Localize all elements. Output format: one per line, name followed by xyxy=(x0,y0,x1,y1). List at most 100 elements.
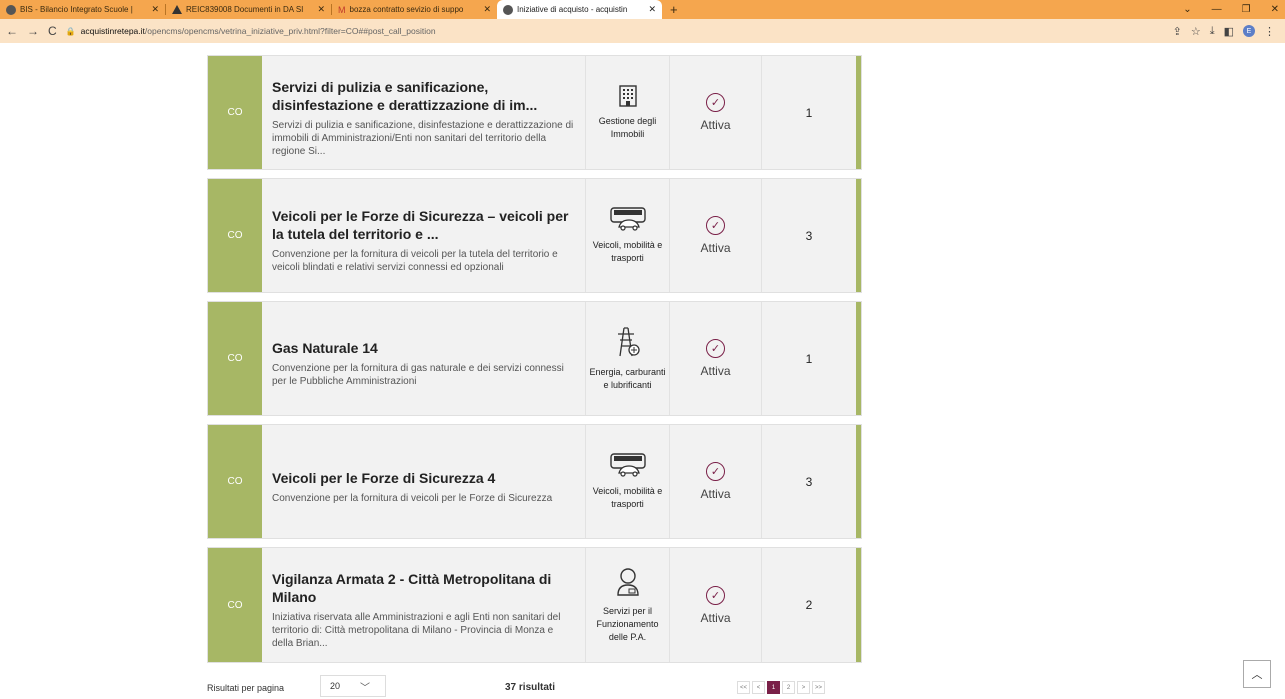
initiative-card[interactable]: CO Servizi di pulizia e sanificazione, d… xyxy=(207,55,862,170)
card-main: Servizi di pulizia e sanificazione, disi… xyxy=(262,56,586,169)
card-title[interactable]: Veicoli per le Forze di Sicurezza – veic… xyxy=(272,207,575,243)
check-circle-icon: ✓ xyxy=(706,462,725,481)
per-page-select[interactable]: 20 ﹀ xyxy=(320,675,386,697)
card-category: Veicoli, mobilità e trasporti xyxy=(586,425,670,538)
page-2-button[interactable]: 2 xyxy=(782,681,795,694)
card-edge xyxy=(856,425,861,538)
status-label: Attiva xyxy=(700,241,731,255)
toolbar-right: ⇪ ☆ ⤓ ◧ E ⋮ xyxy=(1173,25,1279,38)
close-icon[interactable]: ✕ xyxy=(151,4,159,15)
card-edge xyxy=(856,302,861,415)
card-category: Energia, carburanti e lubrificanti xyxy=(586,302,670,415)
share-icon[interactable]: ⇪ xyxy=(1173,25,1182,38)
status-label: Attiva xyxy=(700,487,731,501)
chevron-down-icon[interactable]: ⌄ xyxy=(1183,4,1191,15)
lots-count: 1 xyxy=(805,105,813,120)
chevron-down-icon: ﹀ xyxy=(360,682,371,694)
category-label: Energia, carburanti e lubrificanti xyxy=(589,366,666,390)
url-input[interactable]: 🔒 acquistinretepa.it/opencms/opencms/vet… xyxy=(66,22,1164,40)
page-content: CO Servizi di pulizia e sanificazione, d… xyxy=(0,43,1285,699)
card-edge xyxy=(856,179,861,292)
globe-icon xyxy=(503,4,513,15)
new-tab-button[interactable]: + xyxy=(662,2,686,17)
sidebar-icon[interactable]: ◧ xyxy=(1224,25,1234,38)
browser-tab-1[interactable]: BIS - Bilancio Integrato Scuole | ✕ xyxy=(0,0,165,19)
page-1-button[interactable]: 1 xyxy=(767,681,780,694)
browser-tab-3[interactable]: M bozza contratto sevizio di suppo ✕ xyxy=(332,0,497,19)
browser-tab-4[interactable]: Iniziative di acquisto - acquistin ✕ xyxy=(497,0,662,19)
close-icon[interactable]: ✕ xyxy=(317,4,325,15)
person-service-icon xyxy=(615,567,641,597)
card-edge xyxy=(856,56,861,169)
card-main: Vigilanza Armata 2 - Città Metropolitana… xyxy=(262,548,586,662)
forward-icon[interactable]: → xyxy=(27,24,39,38)
menu-icon[interactable]: ⋮ xyxy=(1264,25,1275,38)
card-title[interactable]: Veicoli per le Forze di Sicurezza 4 xyxy=(272,469,575,487)
close-window-icon[interactable]: ✕ xyxy=(1271,4,1279,15)
restore-icon[interactable]: ❐ xyxy=(1242,4,1251,15)
card-status: ✓ Attiva xyxy=(670,548,762,662)
reload-icon[interactable]: C xyxy=(48,24,57,38)
card-status: ✓ Attiva xyxy=(670,56,762,169)
back-icon[interactable]: ← xyxy=(6,24,18,38)
close-icon[interactable]: ✕ xyxy=(483,4,491,15)
card-status: ✓ Attiva xyxy=(670,425,762,538)
per-page-value: 20 xyxy=(330,681,341,691)
window-controls: ⌄ — ❐ ✕ xyxy=(1183,0,1279,19)
card-title[interactable]: Servizi di pulizia e sanificazione, disi… xyxy=(272,78,575,114)
first-page-button[interactable]: << xyxy=(737,681,750,694)
card-description: Convenzione per la fornitura di veicoli … xyxy=(272,492,553,504)
card-category: Veicoli, mobilità e trasporti xyxy=(586,179,670,292)
category-label: Gestione degli Immobili xyxy=(598,115,657,139)
minimize-icon[interactable]: — xyxy=(1212,4,1222,15)
card-main: Gas Naturale 14 Convenzione per la forni… xyxy=(262,302,586,415)
initiative-card[interactable]: CO Veicoli per le Forze di Sicurezza – v… xyxy=(207,178,862,293)
results-footer: Risultati per pagina 20 ﹀ 37 risultati <… xyxy=(207,653,862,697)
browser-tab-bar: BIS - Bilancio Integrato Scuole | ✕ REIC… xyxy=(0,0,1285,19)
card-title[interactable]: Gas Naturale 14 xyxy=(272,339,575,357)
tab-label: REIC839008 Documenti in DA SI xyxy=(186,5,304,14)
card-category: Servizi per il Funzionamento delle P.A. xyxy=(586,548,670,662)
close-icon[interactable]: ✕ xyxy=(648,4,656,15)
check-circle-icon: ✓ xyxy=(706,93,725,112)
star-icon[interactable]: ☆ xyxy=(1191,25,1201,38)
vehicles-icon xyxy=(609,452,647,477)
card-edge xyxy=(856,548,861,662)
card-description: Servizi di pulizia e sanificazione, disi… xyxy=(272,119,574,157)
status-label: Attiva xyxy=(700,610,731,625)
tab-label: Iniziative di acquisto - acquistin xyxy=(517,5,628,14)
drive-icon xyxy=(172,5,182,14)
lots-count: 3 xyxy=(805,474,813,489)
type-badge: CO xyxy=(208,179,262,292)
lots-count: 2 xyxy=(805,598,813,612)
category-label: Veicoli, mobilità e trasporti xyxy=(592,239,663,263)
initiative-card[interactable]: CO Vigilanza Armata 2 - Città Metropolit… xyxy=(207,547,862,663)
category-label: Servizi per il Funzionamento delle P.A. xyxy=(596,605,659,642)
type-badge: CO xyxy=(208,548,262,662)
download-icon[interactable]: ⤓ xyxy=(1210,25,1215,38)
prev-page-button[interactable]: < xyxy=(752,681,765,694)
url-host: acquistinretepa.it xyxy=(80,26,145,36)
next-page-button[interactable]: > xyxy=(797,681,810,694)
check-circle-icon: ✓ xyxy=(706,339,725,358)
type-badge: CO xyxy=(208,425,262,538)
card-category: Gestione degli Immobili xyxy=(586,56,670,169)
browser-tab-2[interactable]: REIC839008 Documenti in DA SI ✕ xyxy=(166,0,331,19)
profile-avatar[interactable]: E xyxy=(1243,25,1255,37)
mail-icon: M xyxy=(338,4,346,15)
initiative-card[interactable]: CO Gas Naturale 14 Convenzione per la fo… xyxy=(207,301,862,416)
category-label: Veicoli, mobilità e trasporti xyxy=(592,485,663,509)
card-description: Iniziativa riservata alle Amministrazion… xyxy=(272,612,561,649)
scroll-to-top-button[interactable]: ︿ xyxy=(1243,660,1271,688)
status-label: Attiva xyxy=(700,364,731,378)
url-path: /opencms/opencms/vetrina_iniziative_priv… xyxy=(144,26,436,36)
tab-label: bozza contratto sevizio di suppo xyxy=(349,5,464,14)
per-page-label: Risultati per pagina xyxy=(207,683,285,693)
check-circle-icon: ✓ xyxy=(706,585,725,605)
lock-icon[interactable]: 🔒 xyxy=(66,27,76,36)
initiative-card[interactable]: CO Veicoli per le Forze di Sicurezza 4 C… xyxy=(207,424,862,539)
card-title[interactable]: Vigilanza Armata 2 - Città Metropolitana… xyxy=(272,570,575,606)
last-page-button[interactable]: >> xyxy=(812,681,825,694)
vehicles-icon xyxy=(609,206,647,231)
globe-icon xyxy=(6,4,16,15)
